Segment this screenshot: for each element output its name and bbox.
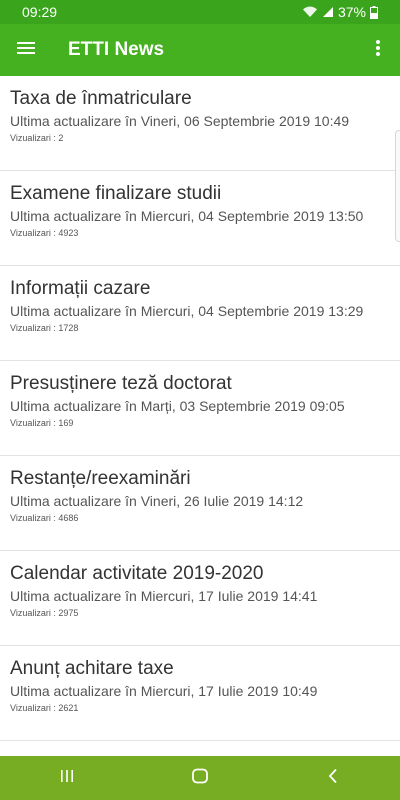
more-options-button[interactable] [358,24,398,76]
news-title: Restanțe/reexaminări [10,468,191,489]
news-views: Vizualizari : 1728 [10,323,79,333]
news-updated: Ultima actualizare în Miercuri, 04 Septe… [10,303,364,319]
more-vert-icon [375,39,381,62]
news-updated: Ultima actualizare în Miercuri, 17 Iulie… [10,683,318,699]
news-title: Calendar activitate 2019-2020 [10,563,264,584]
news-item[interactable]: Restanțe/reexaminări Ultima actualizare … [0,456,400,551]
news-item[interactable]: Taxa de înmatriculare Ultima actualizare… [0,76,400,171]
news-title: Taxa de înmatriculare [10,88,192,109]
news-title: Informații cazare [10,278,151,299]
news-item[interactable]: Examene finalizare studii Ultima actuali… [0,171,400,266]
news-updated: Ultima actualizare în Vineri, 06 Septemb… [10,113,350,129]
news-views: Vizualizari : 2621 [10,703,79,713]
back-icon [327,768,339,789]
recents-icon [59,769,75,788]
news-updated: Ultima actualizare în Miercuri, 17 Iulie… [10,588,318,604]
battery-icon [370,5,378,19]
news-views: Vizualizari : 169 [10,418,74,428]
news-list: Taxa de înmatriculare Ultima actualizare… [0,76,400,756]
home-icon [191,768,209,789]
news-title: Anunț achitare taxe [10,658,174,679]
navigation-bar [0,756,400,800]
news-title: Presusținere teză doctorat [10,373,232,394]
back-button[interactable] [303,756,363,800]
app-title: ETTI News [68,39,165,60]
news-item-partial[interactable] [0,741,400,756]
news-updated: Ultima actualizare în Miercuri, 04 Septe… [10,208,364,224]
wifi-icon [302,6,318,18]
news-updated: Ultima actualizare în Marți, 03 Septembr… [10,398,345,414]
recents-button[interactable] [37,756,97,800]
signal-icon [322,6,334,18]
status-icons: 37% [302,4,378,20]
news-item[interactable]: Presusținere teză doctorat Ultima actual… [0,361,400,456]
battery-percent: 37% [337,4,366,20]
news-item[interactable]: Anunț achitare taxe Ultima actualizare î… [0,646,400,741]
news-views: Vizualizari : 2 [10,133,64,143]
status-time: 09:29 [22,4,58,20]
news-item[interactable]: Informații cazare Ultima actualizare în … [0,266,400,361]
edge-panel-handle[interactable] [395,130,400,242]
app-bar: ETTI News [0,24,400,76]
news-updated: Ultima actualizare în Vineri, 26 Iulie 2… [10,493,304,509]
news-views: Vizualizari : 2975 [10,608,79,618]
hamburger-menu-icon [16,40,36,61]
status-bar: 09:29 37% [0,0,400,24]
home-button[interactable] [170,756,230,800]
news-views: Vizualizari : 4923 [10,228,79,238]
news-item[interactable]: Calendar activitate 2019-2020 Ultima act… [0,551,400,646]
news-title: Examene finalizare studii [10,183,222,204]
news-views: Vizualizari : 4686 [10,513,79,523]
menu-button[interactable] [0,24,54,76]
